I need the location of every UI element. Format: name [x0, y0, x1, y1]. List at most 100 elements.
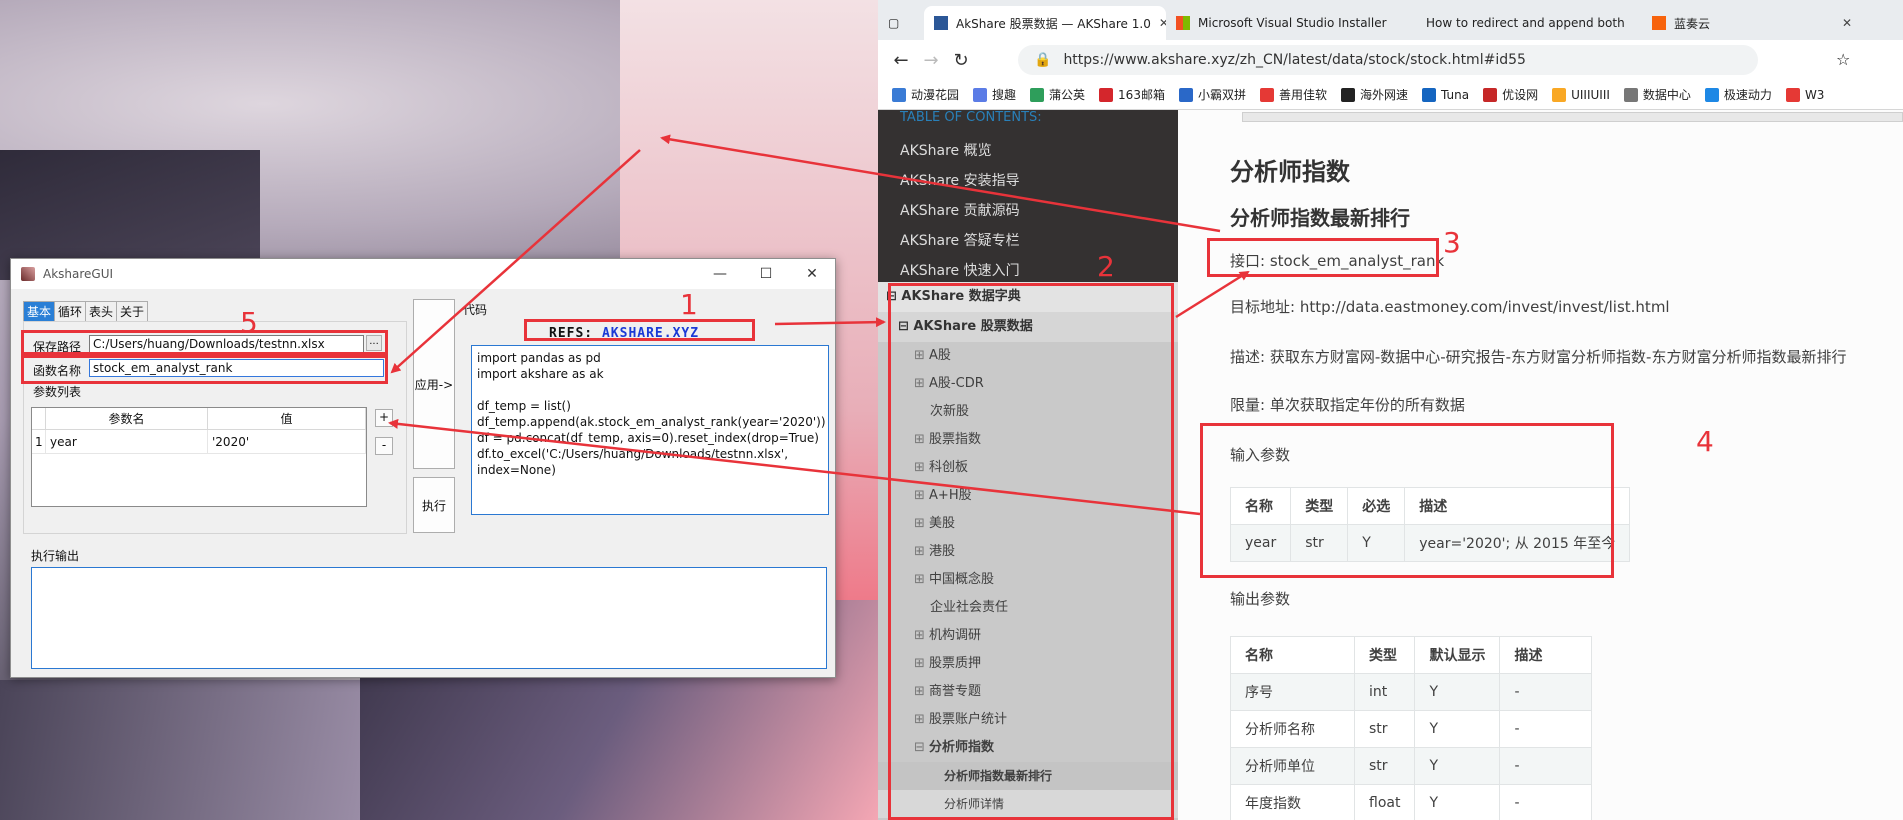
- bookmark-item[interactable]: 163邮箱: [1099, 86, 1165, 103]
- add-param-button[interactable]: +: [375, 409, 393, 427]
- output-params-title: 输出参数: [1230, 590, 1291, 608]
- param-name-header[interactable]: 参数名: [46, 408, 208, 430]
- bookmark-item[interactable]: W3: [1785, 87, 1824, 102]
- bookmark-item[interactable]: 动漫花园: [892, 86, 959, 103]
- bookmark-item[interactable]: 善用佳软: [1259, 86, 1327, 103]
- bookmark-label: Tuna: [1441, 87, 1470, 102]
- annotation-number-5: 5: [240, 306, 258, 339]
- remove-param-button[interactable]: -: [375, 437, 393, 455]
- bookmark-label: 动漫花园: [911, 88, 960, 102]
- url-input[interactable]: 🔒 https://www.akshare.xyz/zh_CN/latest/d…: [1018, 45, 1758, 75]
- maximize-icon[interactable]: ☐: [743, 259, 789, 289]
- table-cell: 分析师名称: [1230, 710, 1355, 748]
- annotation-box-save-path: [21, 330, 388, 355]
- bookmark-item[interactable]: 小霸双拼: [1178, 86, 1246, 103]
- table-header: 描述: [1499, 636, 1593, 674]
- annotation-box-refs: [524, 319, 755, 341]
- bookmark-item[interactable]: 海外网速: [1340, 86, 1408, 103]
- reload-icon[interactable]: ↻: [946, 50, 976, 71]
- annotation-number-1: 1: [680, 288, 698, 321]
- tab-header[interactable]: 表头: [85, 301, 118, 321]
- bookmark-favicon-icon: [1422, 87, 1436, 102]
- output-textarea[interactable]: [31, 567, 827, 669]
- browser-tab-stackoverflow[interactable]: How to redirect and append both: [1394, 6, 1642, 40]
- tab-close-icon[interactable]: ✕: [1834, 16, 1852, 30]
- toc-item-quickstart[interactable]: AKShare 快速入门: [900, 260, 1020, 280]
- annotation-box-params: [1200, 423, 1614, 578]
- bookmark-favicon-icon: [1785, 87, 1800, 102]
- bookmark-label: 极速动力: [1723, 88, 1772, 102]
- param-name-cell[interactable]: year: [46, 430, 208, 454]
- toc-item-faq[interactable]: AKShare 答疑专栏: [900, 230, 1020, 250]
- bookmark-item[interactable]: 优设网: [1483, 86, 1538, 103]
- minimize-icon[interactable]: —: [697, 259, 743, 289]
- bookmark-label: 数据中心: [1642, 88, 1691, 102]
- bookmark-label: UIIIUIII: [1571, 87, 1610, 102]
- lock-icon[interactable]: 🔒: [1034, 52, 1051, 68]
- table-header: 名称: [1230, 636, 1355, 674]
- param-table[interactable]: 参数名 值 1 year '2020': [31, 407, 367, 507]
- toc-item-contribute[interactable]: AKShare 贡献源码: [900, 200, 1020, 220]
- tab-bar: 基本 循环 表头 关于: [23, 301, 149, 321]
- param-value-cell[interactable]: '2020': [208, 430, 366, 454]
- favorite-star-icon[interactable]: ☆: [1836, 50, 1850, 69]
- table-cell: -: [1499, 710, 1593, 748]
- bookmark-favicon-icon: [1623, 87, 1638, 102]
- tab-actions-icon[interactable]: ▢: [878, 6, 924, 40]
- bookmark-label: 163邮箱: [1118, 88, 1165, 102]
- bookmark-label: 善用佳软: [1278, 88, 1327, 102]
- annotation-number-4: 4: [1696, 425, 1714, 458]
- bookmark-favicon-icon: [1178, 87, 1193, 102]
- tab-title: How to redirect and append both: [1426, 16, 1625, 30]
- bookmark-favicon-icon: [1259, 87, 1274, 102]
- browser-tab-lanzou[interactable]: 蓝奏云 ✕: [1642, 6, 1862, 40]
- row-index: 1: [32, 430, 46, 454]
- browser-tab-vs-installer[interactable]: Microsoft Visual Studio Installer: [1166, 6, 1394, 40]
- annotation-box-func-name: [21, 355, 388, 384]
- bookmarks-bar: 动漫花园 搜趣 蒲公英 163邮箱 小霸双拼 善用佳软 海外网速 Tuna 优设网 UIIIUII…: [878, 80, 1903, 110]
- table-cell: float: [1353, 784, 1416, 820]
- horizontal-scrollbar[interactable]: [1242, 112, 1903, 122]
- tab-close-icon[interactable]: ✕: [1151, 16, 1166, 30]
- bookmark-label: 海外网速: [1359, 88, 1408, 102]
- toc-item-install[interactable]: AKShare 安装指导: [900, 170, 1020, 190]
- bookmark-label: 蒲公英: [1049, 88, 1086, 102]
- window-titlebar[interactable]: AkshareGUI — ☐ ✕: [11, 259, 835, 289]
- target-url-text: 目标地址: http://data.eastmoney.com/invest/i…: [1230, 298, 1670, 316]
- table-row: 序号 int Y -: [1230, 673, 1593, 711]
- bookmark-favicon-icon: [1704, 87, 1719, 102]
- table-cell: str: [1353, 747, 1416, 785]
- back-icon[interactable]: ←: [886, 50, 916, 71]
- table-cell: str: [1353, 710, 1416, 748]
- tab-about[interactable]: 关于: [116, 301, 149, 321]
- table-cell: int: [1353, 673, 1416, 711]
- limit-text: 限量: 单次获取指定年份的所有数据: [1230, 396, 1465, 414]
- browser-tabstrip: ▢ AkShare 股票数据 — AKShare 1.0 ✕ Microsoft…: [878, 0, 1903, 40]
- browser-tab-akshare[interactable]: AkShare 股票数据 — AKShare 1.0 ✕: [924, 6, 1166, 40]
- bookmark-favicon-icon: [1552, 87, 1567, 102]
- tab-basic[interactable]: 基本: [23, 301, 56, 321]
- tab-loop[interactable]: 循环: [54, 301, 87, 321]
- bookmark-item[interactable]: 搜趣: [973, 86, 1016, 103]
- bookmark-item[interactable]: Tuna: [1422, 87, 1470, 102]
- bookmark-favicon-icon: [1099, 87, 1114, 102]
- output-label: 执行输出: [31, 549, 80, 563]
- run-button[interactable]: 执行: [413, 477, 455, 533]
- forward-icon[interactable]: →: [916, 50, 946, 71]
- code-textarea[interactable]: import pandas as pd import akshare as ak…: [471, 345, 829, 515]
- close-icon[interactable]: ✕: [789, 259, 835, 289]
- bookmark-item[interactable]: UIIIUIII: [1552, 87, 1610, 102]
- param-value-header[interactable]: 值: [208, 408, 366, 430]
- bookmark-item[interactable]: 数据中心: [1623, 86, 1691, 103]
- apply-button[interactable]: 应用->: [413, 299, 455, 469]
- bookmark-item[interactable]: 蒲公英: [1030, 86, 1085, 103]
- window-title: AkshareGUI: [43, 267, 114, 281]
- toc-item-overview[interactable]: AKShare 概览: [900, 140, 992, 160]
- address-bar-row: ← → ↻ 🔒 https://www.akshare.xyz/zh_CN/la…: [878, 40, 1903, 80]
- tab-title: AkShare 股票数据 — AKShare 1.0: [956, 16, 1151, 31]
- table-cell: 年度指数: [1230, 784, 1355, 820]
- stackoverflow-favicon-icon: [1404, 16, 1418, 30]
- akshare-favicon-icon: [934, 16, 948, 30]
- bookmark-item[interactable]: 极速动力: [1704, 86, 1772, 103]
- table-cell: Y: [1414, 747, 1501, 785]
